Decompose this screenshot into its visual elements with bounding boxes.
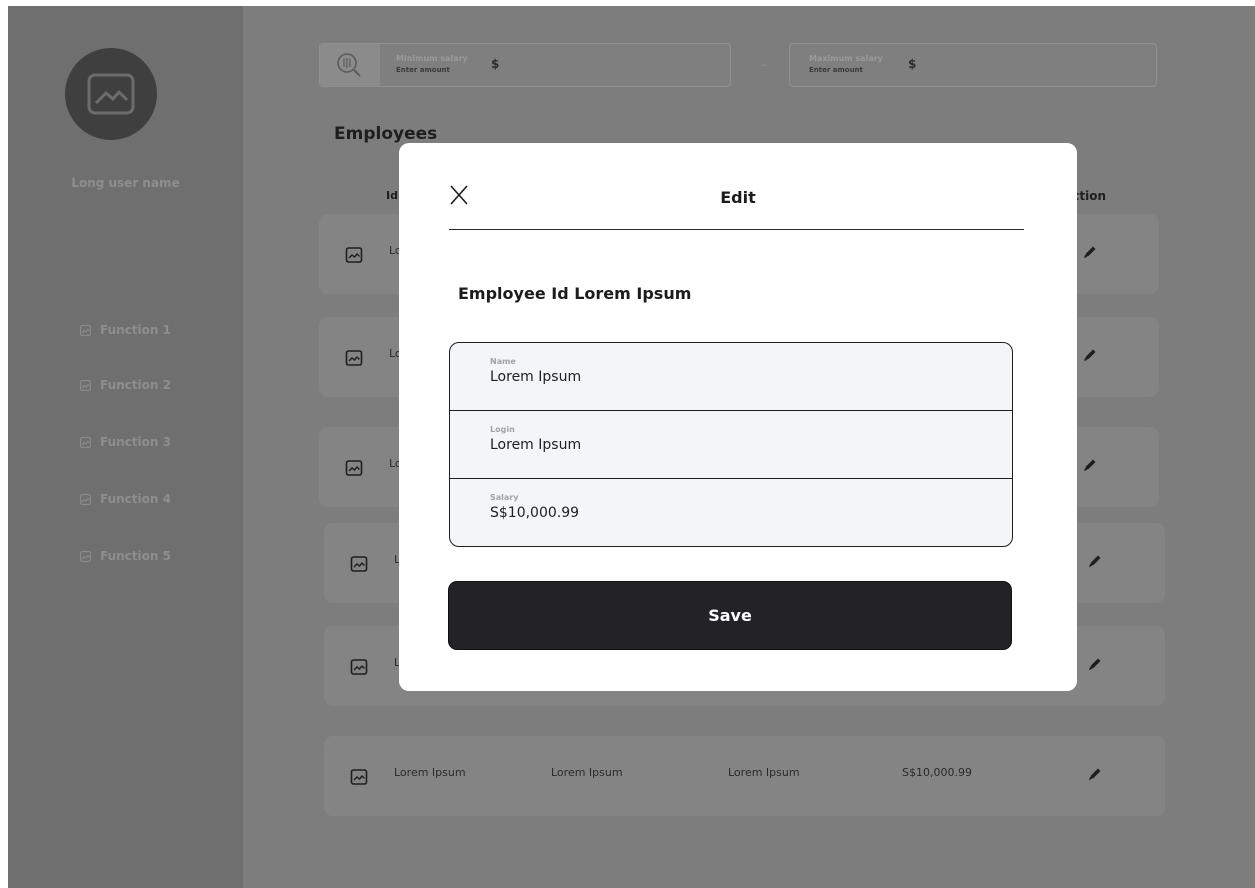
- salary-field-value[interactable]: S$10,000.99: [490, 505, 579, 521]
- employee-heading: Employee Id Lorem Ipsum: [458, 284, 692, 303]
- image-icon: [350, 658, 368, 676]
- name-field-label: Name: [490, 357, 516, 366]
- modal-title: Edit: [720, 188, 756, 207]
- login-field-value[interactable]: Lorem Ipsum: [490, 437, 581, 453]
- image-icon: [80, 493, 91, 505]
- image-icon: [80, 324, 91, 336]
- salary-search-button[interactable]: [320, 44, 380, 86]
- sidebar-item-function-3[interactable]: Function 3: [80, 433, 171, 451]
- sidebar-item-function-4[interactable]: Function 4: [80, 490, 171, 508]
- sidebar-item-label: Function 5: [100, 549, 171, 563]
- maximum-salary-placeholder[interactable]: Enter amount: [809, 66, 863, 75]
- sidebar-item-function-5[interactable]: Function 5: [80, 547, 171, 565]
- minimum-salary-filter[interactable]: Minimum salary Enter amount $: [319, 43, 731, 87]
- sidebar-item-label: Function 2: [100, 378, 171, 392]
- sidebar-item-label: Function 4: [100, 492, 171, 506]
- image-icon: [345, 459, 363, 477]
- salary-field[interactable]: Salary S$10,000.99: [450, 478, 1012, 546]
- pencil-icon[interactable]: [1082, 244, 1098, 260]
- image-placeholder-icon: [87, 73, 135, 115]
- maximum-salary-currency: $: [908, 57, 917, 71]
- employees-title: Employees: [334, 124, 438, 144]
- name-field-value[interactable]: Lorem Ipsum: [490, 369, 581, 385]
- image-icon: [80, 550, 91, 562]
- column-header-id: Id: [386, 189, 398, 202]
- minimum-salary-label: Minimum salary: [396, 54, 468, 63]
- avatar[interactable]: [65, 48, 157, 140]
- pencil-icon[interactable]: [1087, 766, 1103, 782]
- sidebar-item-function-2[interactable]: Function 2: [80, 376, 171, 394]
- salary-field-label: Salary: [490, 493, 519, 502]
- sidebar-item-label: Function 3: [100, 435, 171, 449]
- modal-divider: [449, 229, 1024, 230]
- app-window: Long user name Function 1 Function 2 Fun…: [0, 0, 1255, 888]
- sidebar-item-label: Function 1: [100, 323, 171, 337]
- edit-modal: Edit Employee Id Lorem Ipsum Name Lorem …: [399, 143, 1077, 691]
- login-field[interactable]: Login Lorem Ipsum: [450, 410, 1012, 478]
- maximum-salary-label: Maximum salary: [809, 54, 883, 63]
- image-icon: [345, 349, 363, 367]
- row-name: Lorem Ipsum: [551, 766, 623, 779]
- minimum-salary-currency: $: [491, 57, 500, 71]
- image-icon: [80, 436, 91, 448]
- image-icon: [350, 768, 368, 786]
- login-field-label: Login: [490, 425, 515, 434]
- row-login: Lorem Ipsum: [728, 766, 800, 779]
- sidebar: Long user name Function 1 Function 2 Fun…: [8, 6, 243, 888]
- user-name: Long user name: [71, 176, 180, 190]
- save-button[interactable]: Save: [448, 581, 1012, 650]
- pencil-icon[interactable]: [1087, 656, 1103, 672]
- maximum-salary-filter[interactable]: Maximum salary Enter amount $: [789, 43, 1157, 87]
- salary-search-icon: [337, 53, 361, 77]
- pencil-icon[interactable]: [1087, 553, 1103, 569]
- row-id: Lorem Ipsum: [394, 766, 466, 779]
- image-icon: [80, 379, 91, 391]
- name-field[interactable]: Name Lorem Ipsum: [450, 343, 1012, 410]
- row-salary: S$10,000.99: [902, 766, 972, 779]
- range-separator: –: [761, 58, 767, 71]
- pencil-icon[interactable]: [1082, 457, 1098, 473]
- minimum-salary-placeholder[interactable]: Enter amount: [396, 66, 450, 75]
- pencil-icon[interactable]: [1082, 347, 1098, 363]
- sidebar-item-function-1[interactable]: Function 1: [80, 321, 171, 339]
- table-row[interactable]: Lorem Ipsum Lorem Ipsum Lorem Ipsum S$10…: [324, 736, 1165, 816]
- image-icon: [345, 246, 363, 264]
- edit-form-fields: Name Lorem Ipsum Login Lorem Ipsum Salar…: [449, 342, 1013, 547]
- image-icon: [350, 555, 368, 573]
